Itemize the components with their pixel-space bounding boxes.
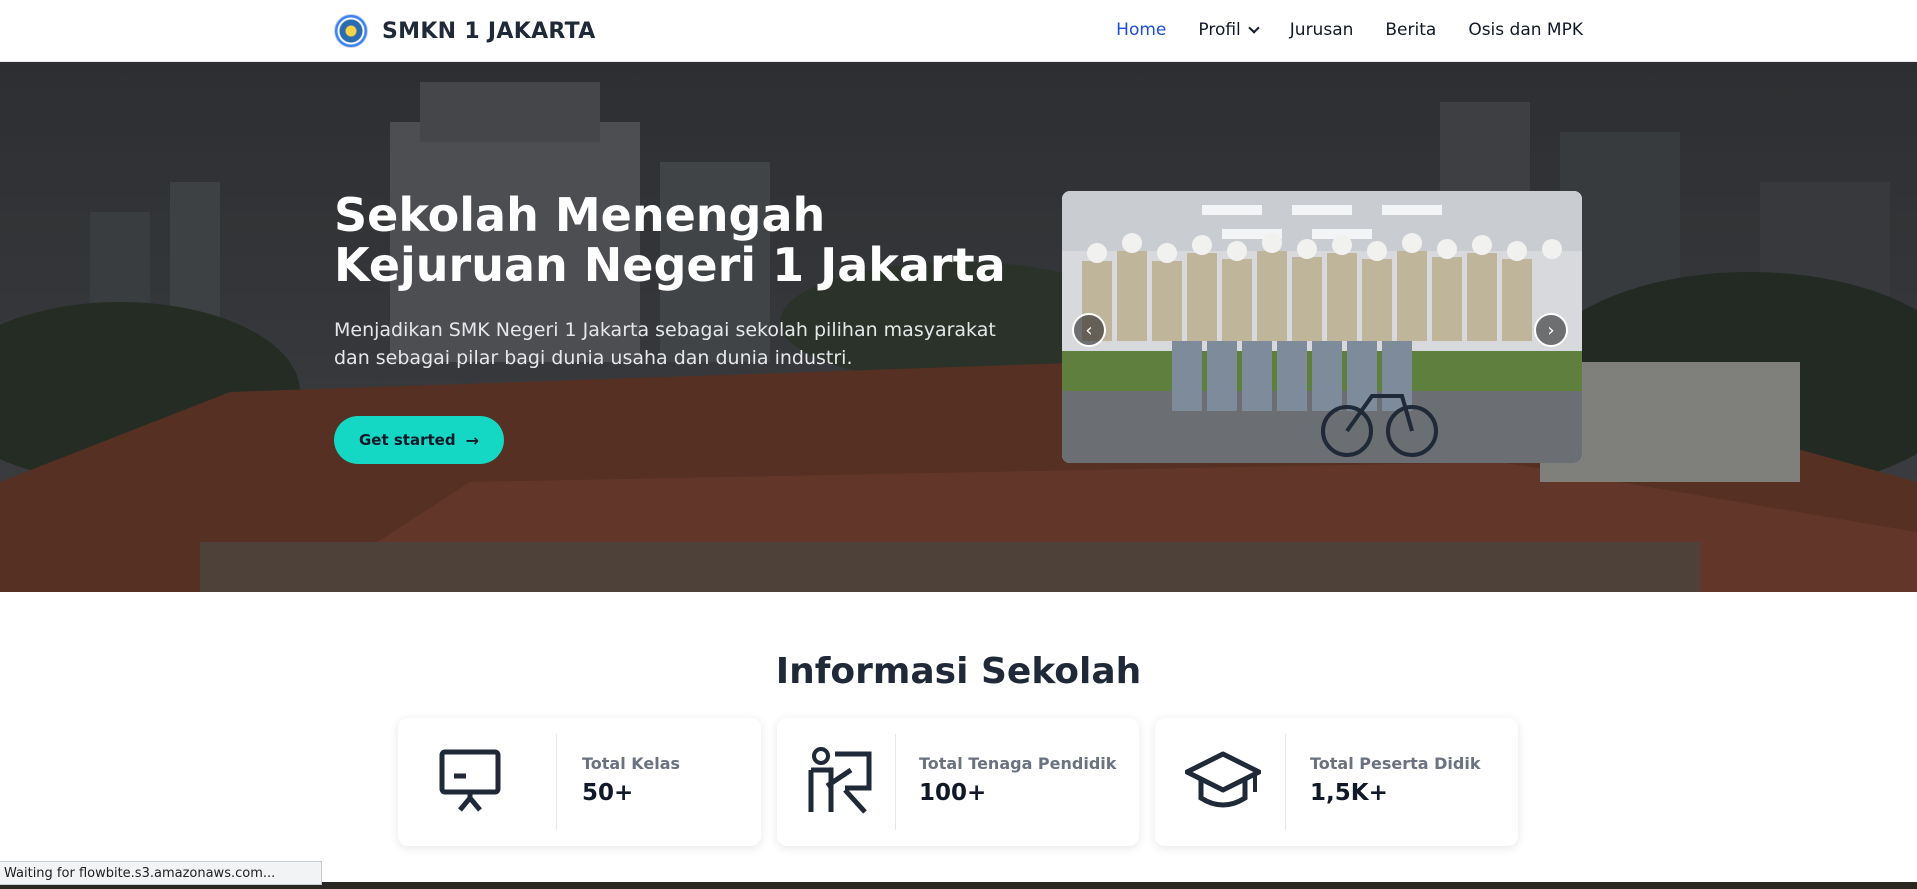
nav-item-profil-label: Profil <box>1198 20 1241 40</box>
arrow-right-icon: → <box>465 430 479 450</box>
stat-card-total-kelas: Total Kelas 50+ <box>398 718 761 846</box>
card-divider <box>895 734 896 830</box>
nav-item-berita[interactable]: Berita <box>1385 20 1436 40</box>
school-logo-icon <box>334 14 368 48</box>
brand-link[interactable]: SMKN 1 JAKARTA <box>334 14 596 48</box>
main-nav: Home Profil Jurusan Berita Osis dan MPK <box>1084 20 1583 40</box>
stat-value: 1,5K+ <box>1310 780 1388 806</box>
nav-item-profil[interactable]: Profil <box>1198 20 1260 40</box>
nav-item-home[interactable]: Home <box>1116 20 1166 40</box>
chalkboard-icon <box>439 749 501 812</box>
hero-section: Sekolah Menengah Kejuruan Negeri 1 Jakar… <box>0 62 1917 592</box>
get-started-button[interactable]: Get started → <box>334 416 504 464</box>
nav-item-osis-mpk[interactable]: Osis dan MPK <box>1468 20 1583 40</box>
stat-label: Total Peserta Didik <box>1310 754 1481 773</box>
info-section-title: Informasi Sekolah <box>775 651 1142 692</box>
carousel-next-button[interactable]: › <box>1534 313 1568 347</box>
nav-item-jurusan[interactable]: Jurusan <box>1290 20 1354 40</box>
stat-card-total-peserta-didik: Total Peserta Didik 1,5K+ <box>1155 718 1518 846</box>
hero-title: Sekolah Menengah Kejuruan Negeri 1 Jakar… <box>334 188 1006 292</box>
stat-value: 100+ <box>919 780 987 806</box>
graduation-cap-icon <box>1185 751 1261 808</box>
card-divider <box>556 734 557 830</box>
carousel-slide-image <box>1062 191 1582 463</box>
teacher-icon <box>808 747 872 814</box>
stat-label: Total Tenaga Pendidik <box>919 754 1117 773</box>
get-started-label: Get started <box>359 431 456 449</box>
card-divider <box>1285 734 1286 830</box>
stat-card-total-tenaga-pendidik: Total Tenaga Pendidik 100+ <box>777 718 1139 846</box>
hero-subtitle: Menjadikan SMK Negeri 1 Jakarta sebagai … <box>334 319 996 369</box>
navbar: SMKN 1 JAKARTA Home Profil Jurusan Berit… <box>0 0 1917 62</box>
carousel-prev-button[interactable]: ‹ <box>1072 313 1106 347</box>
chevron-down-icon <box>1248 22 1260 34</box>
stat-value: 50+ <box>582 780 634 806</box>
stat-label: Total Kelas <box>582 754 681 773</box>
image-carousel[interactable]: ‹ › <box>1062 191 1582 463</box>
browser-status-bar: Waiting for flowbite.s3.amazonaws.com... <box>0 861 322 885</box>
brand-name: SMKN 1 JAKARTA <box>382 18 596 44</box>
